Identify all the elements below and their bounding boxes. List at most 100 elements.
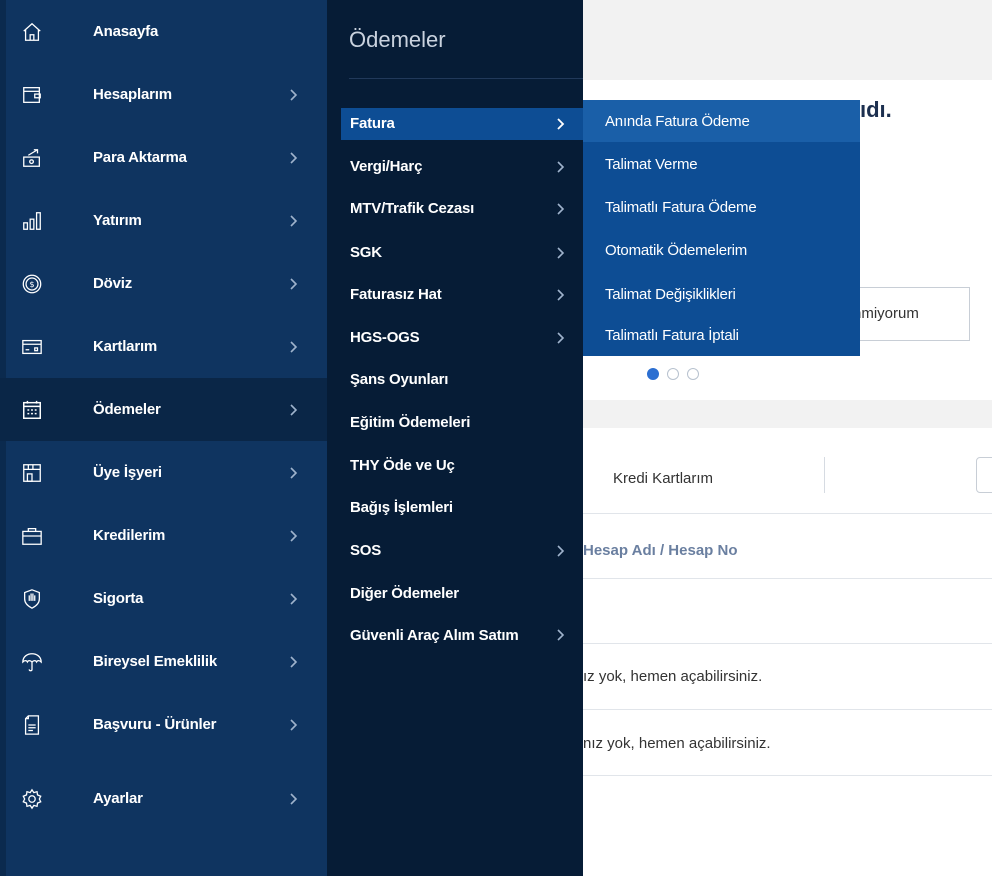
sidebar-item-home[interactable]: Anasayfa <box>0 0 327 63</box>
carousel-dot-1[interactable] <box>647 368 659 380</box>
sidebar-item-label: Üye İşyeri <box>93 464 162 481</box>
sidebar-item-investment[interactable]: Yatırım <box>0 189 327 252</box>
carousel-dots <box>647 368 699 380</box>
sidebar-item-accounts[interactable]: Hesaplarım <box>0 63 327 126</box>
sidebar-item-label: Ödemeler <box>93 401 161 418</box>
gear-icon <box>21 788 43 810</box>
sidebar-item-label: Ayarlar <box>93 790 143 807</box>
submenu-item-vehicle-trade[interactable]: Güvenli Araç Alım Satım <box>341 626 583 670</box>
empty-row-message: nız yok, hemen açabilirsiniz. <box>583 735 771 752</box>
sidebar-item-transfer[interactable]: Para Aktarma <box>0 126 327 189</box>
submenu-divider <box>349 78 583 79</box>
submenu-item-prepaid-line[interactable]: Faturasız Hat <box>341 279 583 311</box>
submenu-item-education[interactable]: Eğitim Ödemeleri <box>341 407 583 439</box>
submenu-item-label: HGS-OGS <box>350 329 420 346</box>
payments-submenu: Ödemeler Fatura Vergi/Harç MTV/Trafik Ce… <box>327 0 583 876</box>
main-sidebar: Anasayfa Hesaplarım Para Aktarma Yatırım… <box>0 0 327 876</box>
flyout-item-automatic-payments[interactable]: Otomatik Ödemelerim <box>583 229 860 271</box>
greeting-text: ıdı. <box>860 97 892 122</box>
shield-hand-icon <box>21 588 43 610</box>
svg-text:$: $ <box>29 279 34 289</box>
sidebar-item-cards[interactable]: Kartlarım <box>0 315 327 378</box>
flyout-item-instruction-changes[interactable]: Talimat Değişiklikleri <box>583 273 860 315</box>
sidebar-item-label: Hesaplarım <box>93 86 172 103</box>
submenu-item-hgs-ogs[interactable]: HGS-OGS <box>341 322 583 354</box>
submenu-item-invoice[interactable]: Fatura <box>341 108 583 140</box>
sidebar-item-insurance[interactable]: Sigorta <box>0 567 327 630</box>
chevron-right-icon <box>286 655 300 669</box>
flyout-item-label: Anında Fatura Ödeme <box>605 113 750 130</box>
briefcase-icon <box>21 525 43 547</box>
flyout-item-instructed-payment[interactable]: Talimatlı Fatura Ödeme <box>583 186 860 228</box>
row-divider <box>583 643 992 644</box>
submenu-item-sgk[interactable]: SGK <box>341 237 583 269</box>
empty-row-message: ız yok, hemen açabilirsiniz. <box>583 668 763 685</box>
carousel-dot-2[interactable] <box>667 368 679 380</box>
sidebar-item-label: Başvuru - Ürünler <box>93 716 217 733</box>
submenu-item-thy[interactable]: THY Öde ve Uç <box>341 450 583 482</box>
chevron-right-icon <box>555 246 567 260</box>
submenu-item-label: Fatura <box>350 115 395 132</box>
submenu-item-label: Vergi/Harç <box>350 158 423 175</box>
flyout-item-label: Otomatik Ödemelerim <box>605 242 748 259</box>
dollar-coin-icon: $ <box>21 273 43 295</box>
column-header-account: Hesap Adı / Hesap No <box>583 542 738 559</box>
submenu-item-label: Güvenli Araç Alım Satım <box>350 627 519 644</box>
sidebar-item-label: Döviz <box>93 275 133 292</box>
submenu-item-label: Bağış İşlemleri <box>350 499 453 516</box>
flyout-item-label: Talimatlı Fatura İptali <box>605 327 739 344</box>
calendar-icon <box>21 399 43 421</box>
flyout-item-label: Talimat Değişiklikleri <box>605 286 736 303</box>
sidebar-item-settings[interactable]: Ayarlar <box>0 767 327 830</box>
row-divider <box>583 709 992 710</box>
flyout-item-label: Talimatlı Fatura Ödeme <box>605 199 757 216</box>
submenu-item-donations[interactable]: Bağış İşlemleri <box>341 492 583 524</box>
chevron-right-icon <box>555 544 567 558</box>
chevron-right-icon <box>555 117 567 131</box>
chevron-right-icon <box>555 628 567 642</box>
submenu-item-label: MTV/Trafik Cezası <box>350 200 475 217</box>
sidebar-item-label: Kredilerim <box>93 527 166 544</box>
wallet-icon <box>21 84 43 106</box>
sidebar-item-loans[interactable]: Kredilerim <box>0 504 327 567</box>
sidebar-item-applications[interactable]: Başvuru - Ürünler <box>0 693 327 756</box>
submenu-item-lottery[interactable]: Şans Oyunları <box>341 364 583 396</box>
sidebar-item-pension[interactable]: Bireysel Emeklilik <box>0 630 327 693</box>
submenu-item-mtv[interactable]: MTV/Trafik Cezası <box>341 193 583 225</box>
flyout-item-instant-payment[interactable]: Anında Fatura Ödeme <box>583 100 860 142</box>
submenu-item-label: THY Öde ve Uç <box>350 457 455 474</box>
chevron-right-icon <box>286 718 300 732</box>
chevron-right-icon <box>286 529 300 543</box>
sidebar-item-label: Anasayfa <box>93 23 159 40</box>
card-icon <box>21 336 43 358</box>
chevron-right-icon <box>286 340 300 354</box>
submenu-item-label: SGK <box>350 244 382 261</box>
umbrella-icon <box>21 651 43 673</box>
flyout-item-instruction-cancel[interactable]: Talimatlı Fatura İptali <box>583 314 860 356</box>
sidebar-item-label: Kartlarım <box>93 338 158 355</box>
chevron-right-icon <box>555 331 567 345</box>
chevron-right-icon <box>286 88 300 102</box>
flyout-item-label: Talimat Verme <box>605 156 698 173</box>
submenu-item-label: Şans Oyunları <box>350 371 449 388</box>
carousel-dot-3[interactable] <box>687 368 699 380</box>
chevron-right-icon <box>286 592 300 606</box>
chevron-right-icon <box>286 403 300 417</box>
sidebar-item-label: Sigorta <box>93 590 144 607</box>
submenu-item-label: SOS <box>350 542 382 559</box>
chevron-right-icon <box>555 160 567 174</box>
chevron-right-icon <box>555 288 567 302</box>
submenu-item-label: Faturasız Hat <box>350 286 442 303</box>
home-icon <box>21 21 43 43</box>
submenu-item-tax[interactable]: Vergi/Harç <box>341 151 583 183</box>
submenu-item-other[interactable]: Diğer Ödemeler <box>341 578 583 610</box>
chevron-right-icon <box>286 466 300 480</box>
sidebar-item-merchant[interactable]: Üye İşyeri <box>0 441 327 504</box>
sidebar-item-currency[interactable]: $ Döviz <box>0 252 327 315</box>
flyout-item-give-instruction[interactable]: Talimat Verme <box>583 143 860 185</box>
tab-credit-cards[interactable]: Kredi Kartlarım <box>613 470 713 487</box>
submenu-item-label: Eğitim Ödemeleri <box>350 414 471 431</box>
submenu-item-sos[interactable]: SOS <box>341 535 583 567</box>
tab-scroll-button[interactable] <box>976 457 992 493</box>
sidebar-item-payments[interactable]: Ödemeler <box>0 378 327 441</box>
